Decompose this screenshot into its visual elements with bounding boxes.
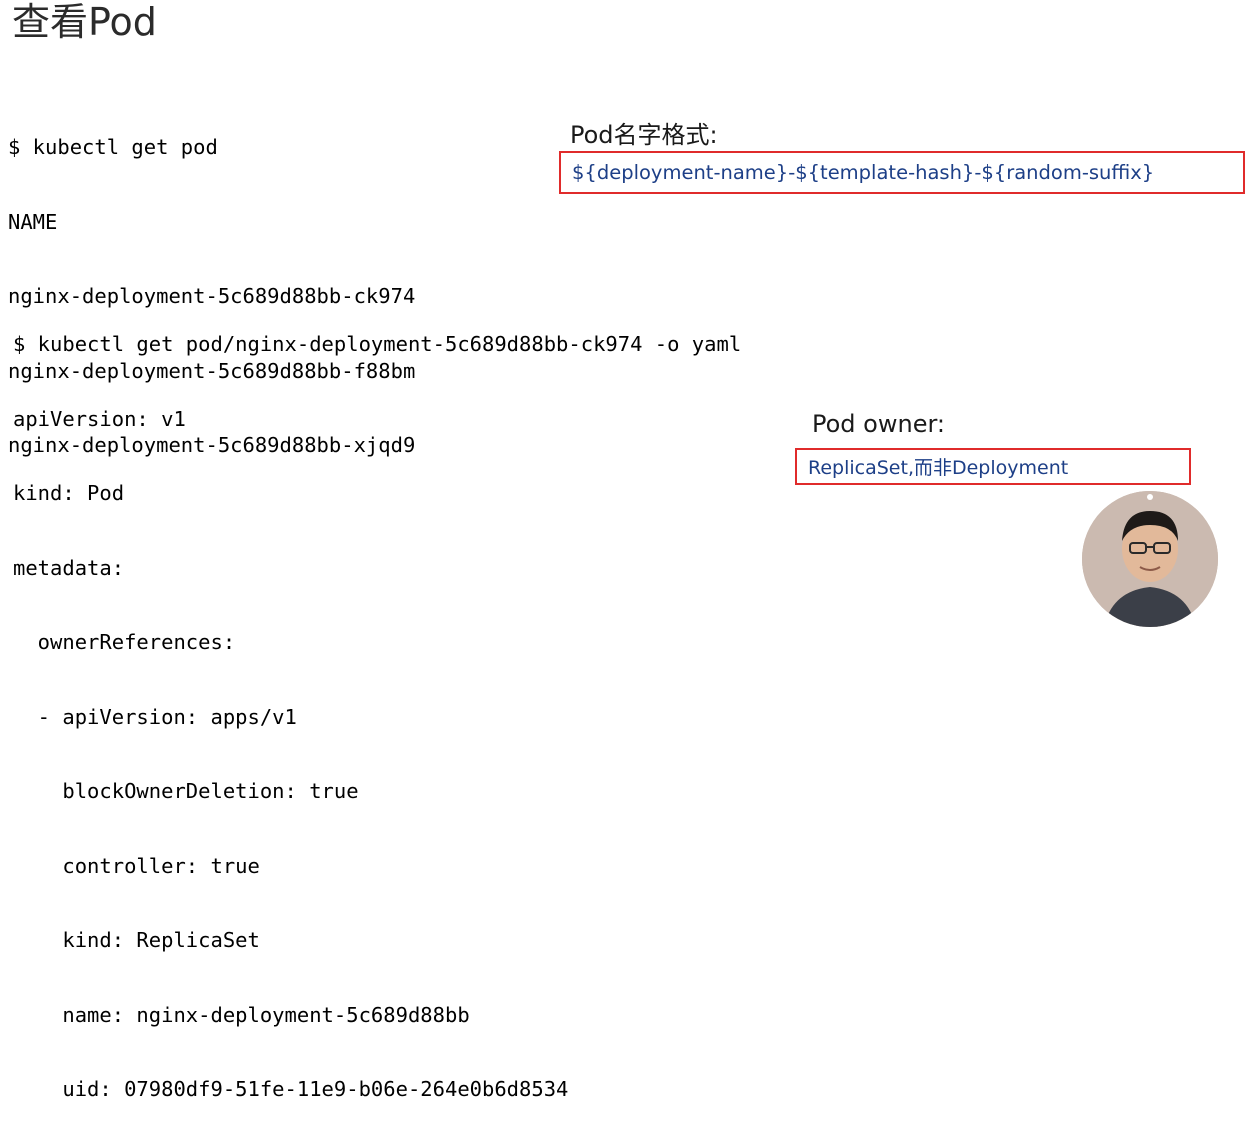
pod-name-format-value: ${deployment-name}-${template-hash}-${ra… — [572, 161, 1155, 184]
code-line: apiVersion: v1 — [13, 406, 186, 431]
slide-title: 查看Pod — [12, 0, 157, 44]
code-line: metadata: — [13, 555, 125, 580]
pod-name-format-label: Pod名字格式: — [570, 121, 718, 149]
code-line: $ kubectl get pod — [8, 135, 218, 159]
code-line: uid: 07980df9-51fe-11e9-b06e-264e0b6d853… — [13, 1077, 569, 1101]
code-line: NAME — [8, 209, 58, 234]
code-line: name: nginx-deployment-5c689d88bb — [13, 1002, 470, 1027]
code-line: kind: ReplicaSet — [13, 928, 260, 952]
code-line: ownerReferences: — [13, 630, 236, 654]
pod-owner-value: ReplicaSet,而非Deployment — [808, 457, 1069, 479]
code-line: controller: true — [13, 853, 260, 878]
code-line: kind: Pod — [13, 481, 125, 505]
presenter-avatar — [1082, 491, 1218, 627]
kubectl-get-pod-yaml-output: $ kubectl get pod/nginx-deployment-5c689… — [13, 283, 741, 1127]
code-line: $ kubectl get pod/nginx-deployment-5c689… — [13, 332, 742, 356]
code-line: - apiVersion: apps/v1 — [13, 704, 297, 729]
code-line: blockOwnerDeletion: true — [13, 779, 359, 803]
presenter-silhouette-icon — [1082, 491, 1218, 627]
pod-owner-highlight-box: ReplicaSet,而非Deployment — [795, 448, 1191, 485]
pod-owner-label: Pod owner: — [812, 410, 945, 438]
pod-name-format-highlight-box: ${deployment-name}-${template-hash}-${ra… — [559, 151, 1245, 194]
